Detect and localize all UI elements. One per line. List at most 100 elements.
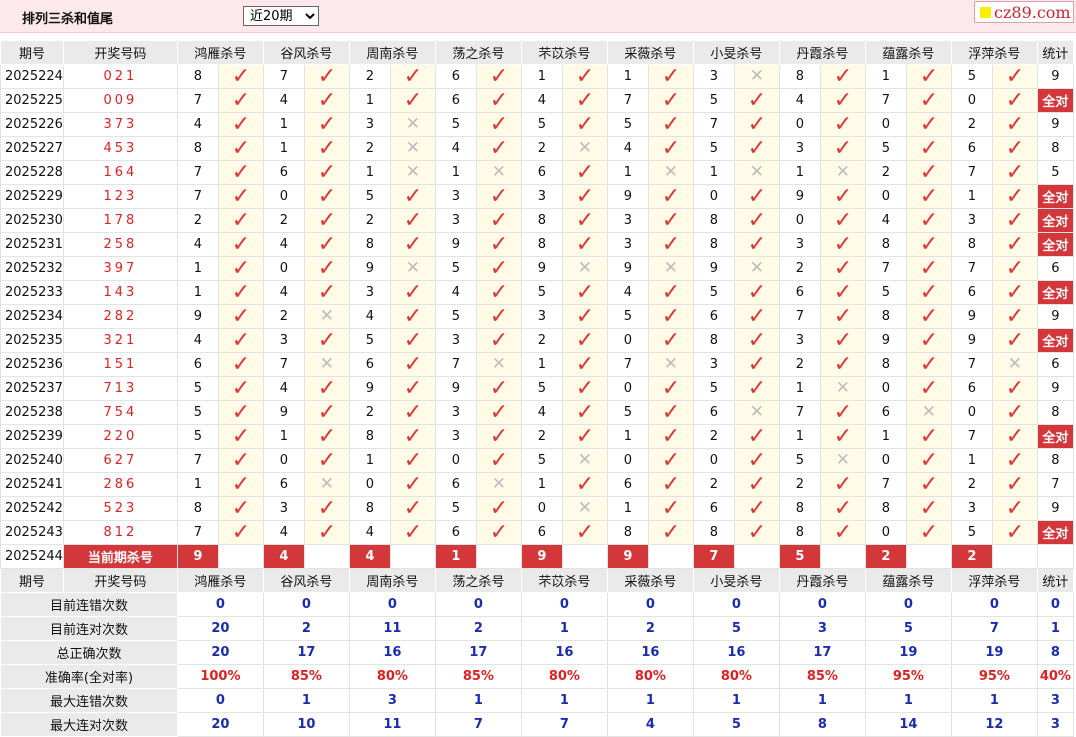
check-icon: ✓ xyxy=(475,376,522,401)
check-icon: ✓ xyxy=(819,280,866,305)
issue-cell: 2025228 xyxy=(0,160,64,185)
column-header: 采薇杀号 xyxy=(606,568,694,593)
draw-number-cell: 754 xyxy=(62,400,178,425)
kill-number-cell: 4 xyxy=(262,520,305,545)
stat-value: 16 xyxy=(606,640,694,665)
stat-value: 12 xyxy=(950,712,1038,737)
kill-number-cell: 4 xyxy=(262,232,305,257)
stat-value: 5 xyxy=(692,616,780,641)
table-row: 2025236 151 6 ✓ 7 ✕ 6 ✓ 7 ✕ 1 ✓ 7 ✕ 3 ✓ 2 ✓ 8 ✓ 7 ✕ 6 xyxy=(0,352,1074,377)
period-select[interactable]: 近20期 xyxy=(243,6,319,26)
kill-number-cell: 8 xyxy=(864,232,907,257)
kill-number-cell: 1 xyxy=(864,424,907,449)
check-icon: ✓ xyxy=(475,208,522,233)
check-icon: ✓ xyxy=(217,424,264,449)
check-icon: ✓ xyxy=(303,136,350,161)
kill-number-cell: 2 xyxy=(348,64,391,89)
kill-number-cell: 4 xyxy=(176,328,219,353)
kill-number-cell: 9 xyxy=(864,328,907,353)
empty-cell xyxy=(819,544,866,569)
check-icon: ✓ xyxy=(217,232,264,257)
check-icon: ✓ xyxy=(561,520,608,545)
kill-number-cell: 7 xyxy=(262,352,305,377)
check-icon: ✓ xyxy=(819,208,866,233)
check-icon: ✓ xyxy=(561,184,608,209)
stat-value: 4 xyxy=(606,712,694,737)
kill-number-cell: 9 xyxy=(262,400,305,425)
kill-number-cell: 8 xyxy=(520,232,563,257)
check-icon: ✓ xyxy=(475,64,522,89)
kill-number-cell: 8 xyxy=(692,328,735,353)
kill-number-cell: 8 xyxy=(692,520,735,545)
predicted-kill-cell: 9 xyxy=(520,544,563,569)
stat-value: 0 xyxy=(520,592,608,617)
kill-number-cell: 0 xyxy=(434,448,477,473)
kill-number-cell: 6 xyxy=(778,280,821,305)
column-header: 芣苡杀号 xyxy=(520,568,608,593)
stat-value: 20 xyxy=(176,712,264,737)
table-row: 2025238 754 5 ✓ 9 ✓ 2 ✓ 3 ✓ 4 ✓ 5 ✓ 6 ✕ 7 ✓ 6 ✕ 0 ✓ 8 xyxy=(0,400,1074,425)
kill-number-cell: 3 xyxy=(348,112,391,137)
check-icon: ✓ xyxy=(217,448,264,473)
kill-number-cell: 7 xyxy=(176,160,219,185)
issue-cell: 2025226 xyxy=(0,112,64,137)
check-icon: ✓ xyxy=(647,208,694,233)
cross-icon: ✕ xyxy=(819,376,866,401)
kill-number-cell: 0 xyxy=(950,400,993,425)
kill-number-cell: 1 xyxy=(176,472,219,497)
check-icon: ✓ xyxy=(647,232,694,257)
stat-value: 19 xyxy=(864,640,952,665)
kill-number-cell: 4 xyxy=(262,376,305,401)
check-icon: ✓ xyxy=(561,280,608,305)
kill-number-cell: 6 xyxy=(348,352,391,377)
check-icon: ✓ xyxy=(303,64,350,89)
column-header: 蕴露杀号 xyxy=(864,568,952,593)
check-icon: ✓ xyxy=(217,400,264,425)
column-header: 荡之杀号 xyxy=(434,40,522,65)
check-icon: ✓ xyxy=(475,88,522,113)
check-icon: ✓ xyxy=(561,112,608,137)
check-icon: ✓ xyxy=(475,184,522,209)
check-icon: ✓ xyxy=(733,376,780,401)
predicted-kill-cell: 5 xyxy=(778,544,821,569)
check-icon: ✓ xyxy=(905,232,952,257)
kill-number-cell: 1 xyxy=(520,352,563,377)
check-icon: ✓ xyxy=(647,184,694,209)
stat-value: 85% xyxy=(778,664,866,689)
kill-number-cell: 9 xyxy=(434,232,477,257)
site-logo[interactable]: cz89.com xyxy=(974,1,1074,23)
kill-number-cell: 0 xyxy=(262,256,305,281)
check-icon: ✓ xyxy=(905,472,952,497)
cross-icon: ✕ xyxy=(303,352,350,377)
check-icon: ✓ xyxy=(991,88,1038,113)
check-icon: ✓ xyxy=(819,328,866,353)
current-issue-row: 2025244 当前期杀号 9 4 4 1 9 9 7 5 2 2 xyxy=(0,544,1074,569)
draw-number-cell: 123 xyxy=(62,184,178,209)
kill-number-cell: 1 xyxy=(606,496,649,521)
check-icon: ✓ xyxy=(647,400,694,425)
cross-icon: ✕ xyxy=(389,160,436,185)
column-header: 期号 xyxy=(0,568,64,593)
column-header: 蕴露杀号 xyxy=(864,40,952,65)
kill-number-cell: 5 xyxy=(176,376,219,401)
draw-number-cell: 282 xyxy=(62,304,178,329)
check-icon: ✓ xyxy=(905,496,952,521)
check-icon: ✓ xyxy=(733,304,780,329)
kill-number-cell: 6 xyxy=(520,160,563,185)
check-icon: ✓ xyxy=(733,496,780,521)
kill-number-cell: 1 xyxy=(778,160,821,185)
kill-number-cell: 0 xyxy=(864,376,907,401)
kill-number-cell: 3 xyxy=(348,280,391,305)
kill-number-cell: 6 xyxy=(692,400,735,425)
cross-icon: ✕ xyxy=(303,304,350,329)
check-icon: ✓ xyxy=(303,184,350,209)
check-icon: ✓ xyxy=(561,472,608,497)
kill-number-cell: 7 xyxy=(262,64,305,89)
kill-number-cell: 0 xyxy=(692,184,735,209)
stat-row: 目前连错次数 0 0 0 0 0 0 0 0 0 0 0 xyxy=(0,592,1074,617)
empty-cell xyxy=(991,544,1038,569)
kill-number-cell: 3 xyxy=(692,352,735,377)
kill-number-cell: 7 xyxy=(950,256,993,281)
kill-number-cell: 2 xyxy=(262,208,305,233)
column-header: 丹霞杀号 xyxy=(778,568,866,593)
